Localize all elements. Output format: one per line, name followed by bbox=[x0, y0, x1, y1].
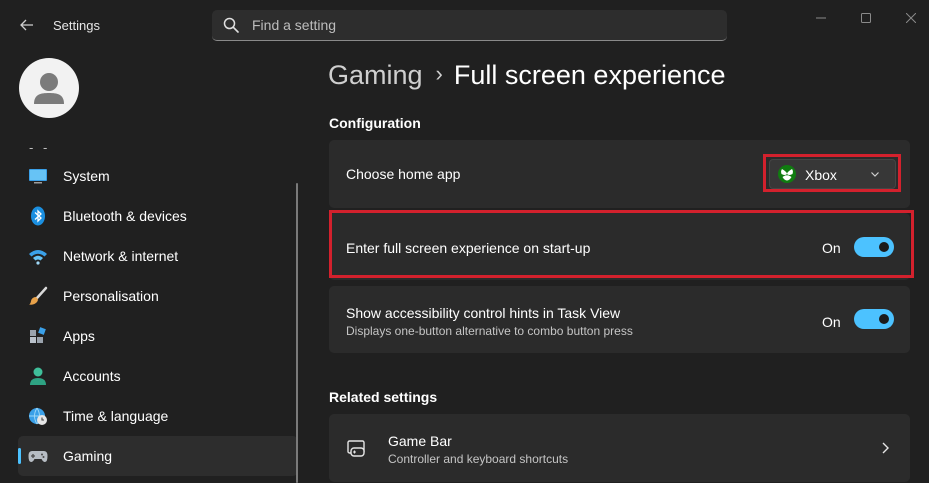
sidebar-item-network[interactable]: Network & internet bbox=[18, 236, 298, 276]
gamepad-icon bbox=[28, 451, 48, 462]
bluetooth-icon bbox=[31, 206, 45, 226]
sidebar-item-gaming[interactable]: Gaming bbox=[18, 436, 298, 476]
search-input[interactable] bbox=[252, 10, 712, 40]
sidebar-item-apps[interactable]: Apps bbox=[18, 316, 298, 356]
fullscreen-startup-toggle[interactable] bbox=[854, 237, 894, 257]
chevron-right-icon bbox=[882, 442, 889, 454]
close-button[interactable] bbox=[888, 8, 929, 28]
home-app-selected-value: Xbox bbox=[805, 167, 837, 183]
close-icon bbox=[906, 13, 916, 23]
fullscreen-startup-state: On bbox=[822, 240, 841, 256]
person-icon bbox=[30, 367, 46, 385]
xbox-icon bbox=[778, 165, 796, 183]
sidebar-item-label: Accounts bbox=[63, 368, 121, 384]
sidebar-item-label: System bbox=[63, 168, 110, 184]
title-bar: Settings bbox=[0, 0, 929, 48]
avatar[interactable] bbox=[19, 58, 79, 118]
sidebar-item-label: Bluetooth & devices bbox=[63, 208, 187, 224]
game-bar-card[interactable]: Game Bar Controller and keyboard shortcu… bbox=[329, 414, 910, 482]
home-app-label: Choose home app bbox=[346, 166, 461, 182]
sidebar-item-time-language[interactable]: Time & language bbox=[18, 396, 298, 436]
app-title: Settings bbox=[53, 18, 100, 33]
sidebar-item-label: Network & internet bbox=[63, 248, 179, 264]
sidebar-nav: System Bluetooth & devices Network & int… bbox=[18, 156, 298, 476]
home-app-dropdown[interactable]: Xbox bbox=[769, 159, 896, 189]
accessibility-hints-card: Show accessibility control hints in Task… bbox=[329, 286, 910, 353]
account-info-placeholder: - - bbox=[29, 140, 51, 155]
breadcrumb-separator: › bbox=[435, 61, 443, 86]
accessibility-hints-label: Show accessibility control hints in Task… bbox=[346, 305, 621, 321]
sidebar-scrollbar[interactable] bbox=[296, 183, 298, 483]
apps-icon bbox=[30, 327, 46, 343]
accessibility-hints-toggle[interactable] bbox=[854, 309, 894, 329]
toggle-knob bbox=[879, 242, 889, 252]
fullscreen-startup-card: Enter full screen experience on start-up… bbox=[329, 213, 910, 280]
globe-clock-icon bbox=[29, 407, 47, 425]
accessibility-hints-description: Displays one-button alternative to combo… bbox=[346, 324, 633, 338]
user-icon bbox=[34, 73, 64, 104]
monitor-icon bbox=[29, 169, 47, 184]
wifi-icon bbox=[29, 250, 47, 265]
page-title: Full screen experience bbox=[453, 60, 726, 90]
search-icon bbox=[223, 17, 239, 33]
game-bar-description: Controller and keyboard shortcuts bbox=[388, 452, 569, 466]
search-box[interactable] bbox=[212, 10, 727, 41]
maximize-button[interactable] bbox=[843, 8, 889, 28]
fullscreen-startup-label: Enter full screen experience on start-up bbox=[346, 240, 591, 256]
sidebar-item-personalisation[interactable]: Personalisation bbox=[18, 276, 298, 316]
sidebar-item-bluetooth[interactable]: Bluetooth & devices bbox=[18, 196, 298, 236]
sidebar-item-label: Personalisation bbox=[63, 288, 159, 304]
back-arrow-icon bbox=[20, 19, 33, 31]
breadcrumb-parent[interactable]: Gaming bbox=[328, 60, 423, 90]
game-bar-label: Game Bar bbox=[388, 433, 452, 449]
section-title-related-settings: Related settings bbox=[329, 389, 438, 405]
accessibility-hints-state: On bbox=[822, 314, 841, 330]
section-title-configuration: Configuration bbox=[329, 115, 421, 131]
sidebar-item-accounts[interactable]: Accounts bbox=[18, 356, 298, 396]
game-bar-icon bbox=[347, 440, 365, 457]
breadcrumb: Gaming › Full screen experience bbox=[328, 60, 726, 91]
sidebar-item-label: Time & language bbox=[63, 408, 169, 424]
minimize-icon bbox=[816, 17, 826, 19]
sidebar-item-label: Gaming bbox=[63, 448, 113, 464]
maximize-icon bbox=[861, 13, 871, 23]
sidebar-item-label: Apps bbox=[63, 328, 95, 344]
back-button[interactable] bbox=[14, 12, 40, 38]
minimize-button[interactable] bbox=[798, 8, 844, 28]
toggle-knob bbox=[879, 314, 889, 324]
brush-icon bbox=[29, 286, 48, 305]
chevron-down-icon bbox=[871, 172, 879, 177]
sidebar-item-system[interactable]: System bbox=[18, 156, 298, 196]
